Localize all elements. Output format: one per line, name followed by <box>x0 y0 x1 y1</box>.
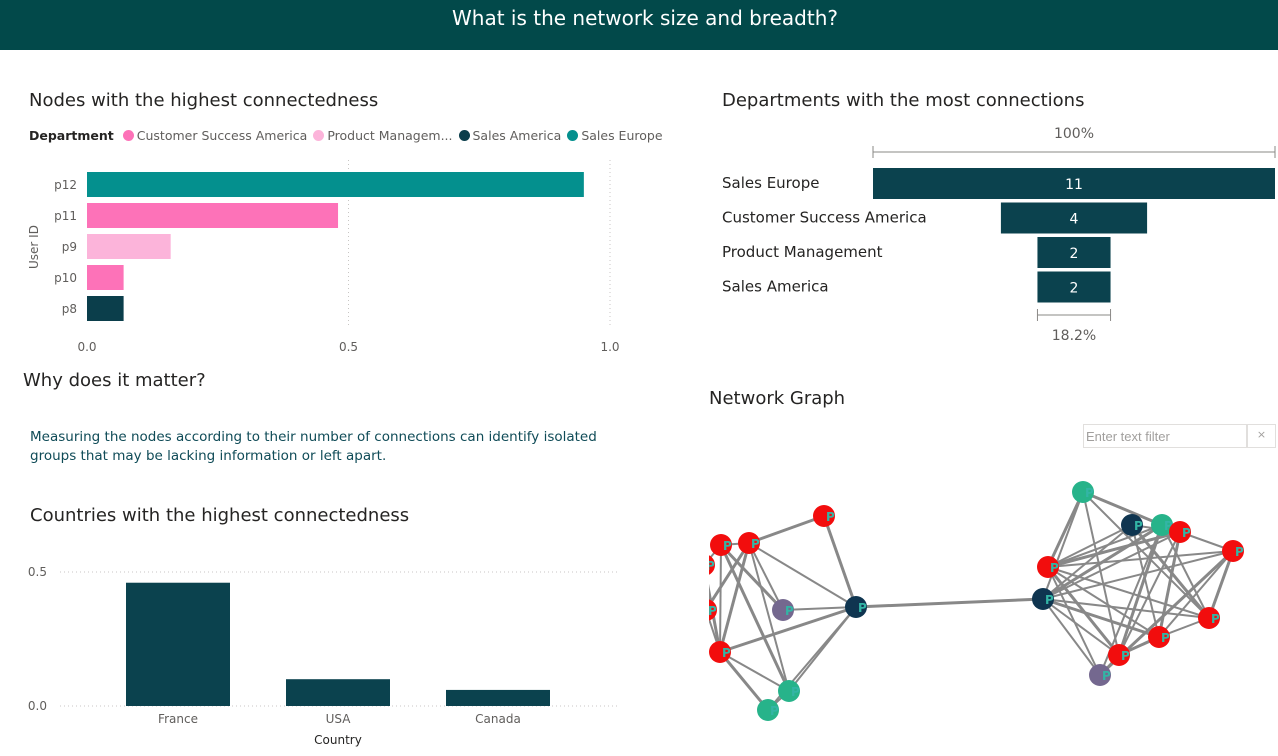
y-tick-label: p12 <box>54 178 77 192</box>
legend-dot-icon <box>313 130 325 141</box>
legend-label: Sales Europe <box>581 128 663 143</box>
network-node-label: P <box>791 685 800 699</box>
y-tick-label: p11 <box>54 209 77 223</box>
legend-item-product-management[interactable]: Product Managem... <box>313 128 453 143</box>
nodes-chart-legend: Department Customer Success America Prod… <box>29 128 669 143</box>
clear-filter-icon[interactable]: × <box>1247 424 1276 448</box>
x-axis-label: Country <box>314 733 362 747</box>
x-tick-label: 0.5 <box>339 340 358 354</box>
funnel-bottom-percent: 18.2% <box>1052 328 1096 344</box>
funnel-category-label: Sales America <box>722 278 829 296</box>
network-node-label: P <box>1134 519 1143 533</box>
text-filter-input[interactable]: Enter text filter <box>1083 424 1247 448</box>
y-axis-label: User ID <box>27 225 41 269</box>
x-tick-label: 0.0 <box>77 340 96 354</box>
network-graph[interactable]: P PPP PPPPPP P PPPPPPPPPP <box>709 470 1278 756</box>
country-chart-title: Countries with the highest connectedness <box>30 505 410 526</box>
network-node-label: P <box>1211 612 1220 626</box>
nodes-bar-chart: 0.0 0.5 1.0 p12 p11 p9 p10 p8 User ID <box>27 160 620 354</box>
network-node-label: P <box>1085 486 1094 500</box>
y-tick-label: p9 <box>62 240 77 254</box>
funnel-data-label: 4 <box>1070 212 1079 228</box>
legend-title: Department <box>29 128 114 143</box>
why-title: Why does it matter? <box>23 370 206 391</box>
y-tick-label: 0.5 <box>28 565 47 579</box>
bar-p11 <box>87 203 339 228</box>
network-edge <box>718 651 770 711</box>
network-edge <box>1042 598 1101 676</box>
network-node-label: P <box>709 559 715 573</box>
funnel-top-percent: 100% <box>1054 126 1094 142</box>
funnel-data-label: 2 <box>1070 281 1079 297</box>
legend-item-sales-america[interactable]: Sales America <box>458 128 562 143</box>
bar-p12 <box>87 172 584 197</box>
bar-usa <box>286 679 390 706</box>
funnel-data-label: 2 <box>1070 246 1079 262</box>
y-tick-label: p10 <box>54 271 77 285</box>
legend-dot-icon <box>458 130 470 141</box>
network-node-label: P <box>1235 545 1244 559</box>
legend-item-sales-europe[interactable]: Sales Europe <box>567 128 663 143</box>
network-title: Network Graph <box>709 388 846 409</box>
network-edge <box>748 514 825 545</box>
network-node-label: P <box>1102 669 1111 683</box>
x-tick-label: Canada <box>475 712 521 726</box>
network-node-label: P <box>1050 561 1059 575</box>
network-edge <box>719 544 722 653</box>
legend-label: Customer Success America <box>136 128 308 143</box>
bar-p9 <box>87 234 171 259</box>
network-node-label: P <box>1182 526 1191 540</box>
page-title: What is the network size and breadth? <box>452 6 838 30</box>
legend-dot-icon <box>122 130 134 141</box>
why-text: Measuring the nodes according to their n… <box>30 429 597 464</box>
funnel-category-label: Product Management <box>722 243 883 261</box>
network-node-label: P <box>723 539 732 553</box>
network-node-label: P <box>785 604 794 618</box>
network-node-label: P <box>1121 649 1130 663</box>
network-edge <box>822 515 858 608</box>
header-banner: What is the network size and breadth? <box>0 0 1278 50</box>
x-tick-label: France <box>158 712 198 726</box>
x-tick-label: USA <box>326 712 352 726</box>
network-node-label: P <box>709 604 717 618</box>
legend-dot-icon <box>567 130 579 141</box>
network-node-label: P <box>1045 593 1054 607</box>
bar-p10 <box>87 265 124 290</box>
dept-chart-title: Departments with the most connections <box>722 90 1085 111</box>
legend-item-customer-success-america[interactable]: Customer Success America <box>122 128 308 143</box>
bar-p8 <box>87 296 124 321</box>
legend-label: Sales America <box>472 128 562 143</box>
y-tick-label: 0.0 <box>28 699 47 713</box>
network-node-label: P <box>722 646 731 660</box>
network-node-label: P <box>826 510 835 524</box>
funnel-category-label: Sales Europe <box>722 174 819 192</box>
bar-france <box>126 582 230 706</box>
funnel-data-label: 11 <box>1065 177 1083 193</box>
network-node-label: P <box>858 601 867 615</box>
funnel-category-label: Customer Success America <box>722 209 927 227</box>
nodes-chart-title: Nodes with the highest connectedness <box>29 90 379 111</box>
bar-canada <box>446 689 550 706</box>
dept-funnel-chart: 100% 11 Sales Europe 4 Customer Success Amer… <box>722 126 1276 344</box>
network-edge <box>855 597 1044 609</box>
country-bar-chart: 0.0 0.5 France USA Canada Country <box>28 565 620 747</box>
network-node-label: P <box>770 704 779 718</box>
network-node-label: P <box>751 537 760 551</box>
x-tick-label: 1.0 <box>600 340 619 354</box>
legend-label: Product Managem... <box>327 128 453 143</box>
y-tick-label: p8 <box>62 302 77 316</box>
network-node-label: P <box>1161 631 1170 645</box>
